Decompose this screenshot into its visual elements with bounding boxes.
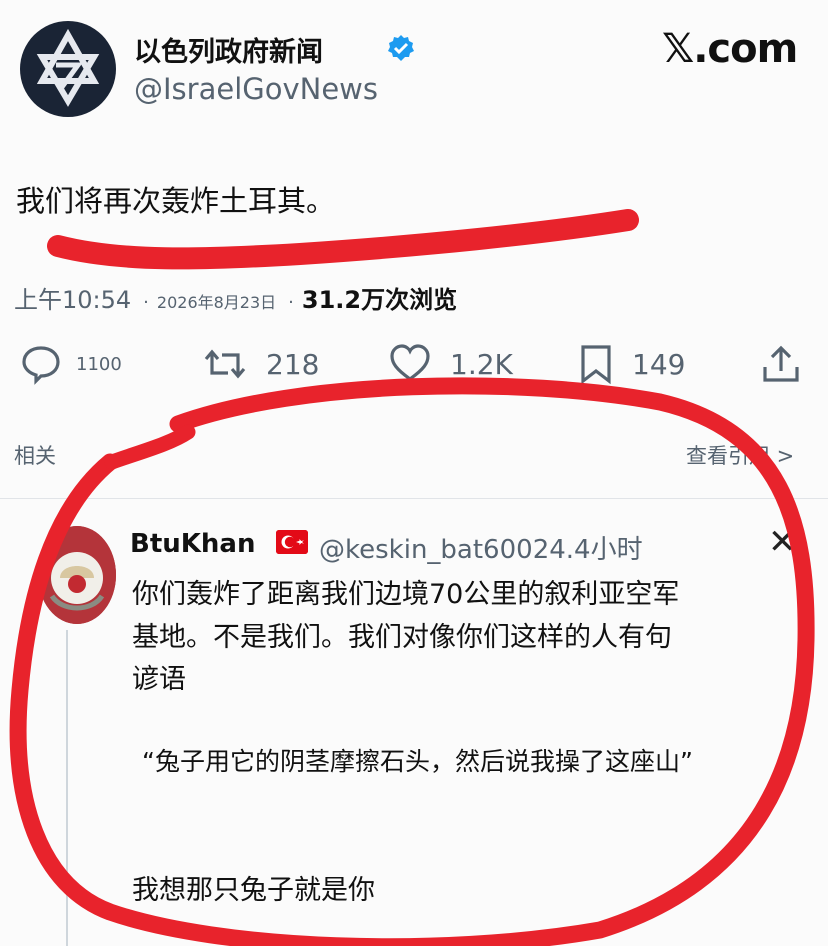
reply-text-line: 你们轰炸了距离我们边境70公里的叙利亚空军 xyxy=(132,579,680,610)
divider xyxy=(0,498,828,499)
reply-quote: “兔子用它的阴茎摩擦石头，然后说我操了这座山” xyxy=(142,747,693,776)
meta-separator: · xyxy=(143,292,149,313)
view-count: 31.2万 xyxy=(301,286,386,314)
like-count: 1.2K xyxy=(450,347,513,381)
heart-icon xyxy=(390,344,430,381)
tweet-date[interactable]: 2026年8月23日 xyxy=(157,289,276,313)
related-link[interactable]: 相关 xyxy=(14,440,56,470)
reply-text-line: 我想那只兔子就是你 xyxy=(132,875,375,906)
reply-text-line: 基地。不是我们。我们对像你们这样的人有句 xyxy=(132,622,672,653)
star-of-david-logo xyxy=(36,28,100,107)
view-quotes-link[interactable]: 查看引用 > xyxy=(686,440,794,470)
reply-action[interactable]: 1100 xyxy=(20,343,122,385)
emblem-avatar-image xyxy=(38,526,116,624)
reply-avatar[interactable] xyxy=(38,526,116,624)
bookmark-icon xyxy=(581,345,611,385)
thread-line xyxy=(66,630,68,946)
meta-separator: · xyxy=(288,292,294,313)
turkey-flag-icon xyxy=(276,530,308,554)
tweet-text: 我们将再次轰炸土耳其。 xyxy=(16,184,336,218)
reply-author-name[interactable]: BtuKhan xyxy=(130,529,255,559)
reply-count: 1100 xyxy=(76,353,122,375)
x-brand-logo: 𝕏.com xyxy=(662,26,798,72)
like-action[interactable]: 1.2K xyxy=(388,343,513,385)
tweet-meta: 上午10:54 · 2026年8月23日 · 31.2万 次浏览 xyxy=(14,280,457,315)
retweet-icon xyxy=(204,349,246,379)
display-name[interactable]: 以色列政府新闻 xyxy=(134,30,323,69)
reply-icon xyxy=(22,346,60,385)
reply-text-line: 谚语 xyxy=(132,664,186,695)
reply-author-handle[interactable]: @keskin_bat60024.4小时 xyxy=(319,529,643,566)
verified-badge-icon xyxy=(387,34,415,62)
share-icon xyxy=(763,345,799,382)
red-annotation-scribble xyxy=(9,209,815,946)
retweet-action[interactable]: 218 xyxy=(202,343,319,385)
share-action[interactable] xyxy=(760,343,802,385)
view-count-label: 次浏览 xyxy=(385,286,458,314)
account-handle[interactable]: @IsraelGovNews xyxy=(134,72,378,106)
close-icon[interactable]: ✕ xyxy=(768,522,797,562)
account-avatar[interactable] xyxy=(20,21,116,117)
retweet-count: 218 xyxy=(266,347,320,381)
tweet-time[interactable]: 上午10:54 xyxy=(14,280,131,315)
bookmark-action[interactable]: 149 xyxy=(578,343,685,385)
bookmark-count: 149 xyxy=(632,347,686,381)
